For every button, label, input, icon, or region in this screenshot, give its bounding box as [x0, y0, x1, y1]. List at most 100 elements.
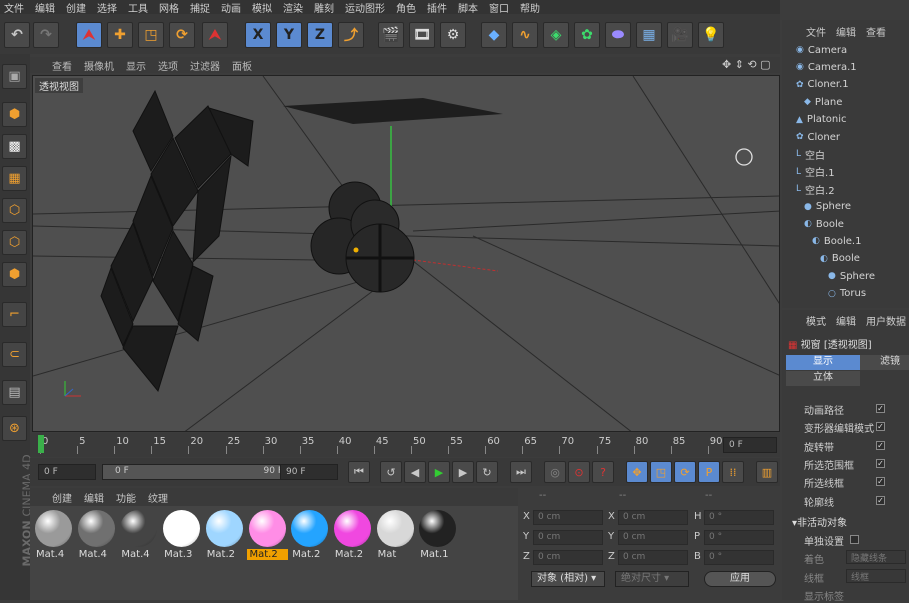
object-menu-item-2[interactable]: 查看 [866, 24, 886, 39]
record-key-button[interactable]: ⊙ [568, 461, 590, 483]
render-view-button[interactable]: 🎬 [378, 22, 404, 48]
tab-filter[interactable]: 滤镜 [860, 355, 909, 370]
attribute-option-checkbox[interactable]: ✓ [876, 422, 885, 432]
workplane-mode-button[interactable]: ▦ [2, 166, 27, 191]
deformer-button[interactable]: ⬬ [605, 22, 631, 48]
viewport-menu-item-5[interactable]: 面板 [232, 58, 252, 73]
start-frame-field[interactable]: 0 F [38, 464, 96, 480]
object-tree-item[interactable]: L 空白.1 [796, 164, 835, 180]
workplane-button[interactable]: ▤ [2, 380, 27, 405]
recent-tool-button[interactable]: ⮝ [202, 22, 228, 48]
timeline-ruler[interactable]: 0 5 10 15 20 25 30 35 40 45 50 55 60 65 70 75 80 85 90 [40, 436, 723, 454]
menu-item-10[interactable]: 雕刻 [314, 0, 334, 15]
menu-item-9[interactable]: 渲染 [283, 0, 303, 15]
light-button[interactable]: 💡 [698, 22, 724, 48]
coordinate-system-button[interactable]: ⤴ [338, 22, 364, 48]
floor-button[interactable]: ▦ [636, 22, 662, 48]
viewport-menu-item-3[interactable]: 选项 [158, 58, 178, 73]
object-tree-item[interactable]: ◆ Plane [804, 94, 842, 110]
position-field[interactable]: 0 cm [533, 510, 603, 525]
undo-button[interactable]: ↶ [4, 22, 30, 48]
material-swatch[interactable]: Mat [375, 510, 416, 566]
attribute-option-checkbox[interactable]: ✓ [876, 477, 885, 487]
material-swatch[interactable]: Mat.4 [118, 510, 159, 566]
perspective-viewport[interactable]: 透视视图 [32, 75, 780, 432]
menu-item-13[interactable]: 插件 [427, 0, 447, 15]
rotation-field[interactable]: 0 ° [704, 510, 774, 525]
attribute-menu-item-1[interactable]: 编辑 [836, 313, 856, 328]
edges-mode-button[interactable]: ⬡ [2, 230, 27, 255]
attribute-option-checkbox[interactable]: ✓ [876, 404, 885, 413]
coordinate-mode-select[interactable]: 对象 (相对) ▾ [531, 571, 605, 587]
goto-start-button[interactable]: ⏮ [348, 461, 370, 483]
menu-item-14[interactable]: 脚本 [458, 0, 478, 15]
menu-item-16[interactable]: 帮助 [520, 0, 540, 15]
snap-button[interactable]: ⊂ [2, 342, 27, 367]
viewport-menu-item-0[interactable]: 查看 [52, 58, 72, 73]
attribute-option-checkbox[interactable]: ✓ [876, 495, 885, 505]
make-editable-button[interactable]: ▣ [2, 64, 27, 89]
key-scale-button[interactable]: ◳ [650, 461, 672, 483]
render-settings-button[interactable]: ⚙ [440, 22, 466, 48]
y-axis-lock-button[interactable]: Y [276, 22, 302, 48]
object-tree-item[interactable]: ◐ Boole [804, 216, 844, 232]
position-field[interactable]: 0 cm [533, 530, 603, 545]
size-field[interactable]: 0 cm [618, 510, 688, 525]
viewport-nav-icons[interactable]: ✥ ⇕ ⟲ ▢ [722, 58, 771, 71]
key-position-button[interactable]: ✥ [626, 461, 648, 483]
key-param-button[interactable]: P [698, 461, 720, 483]
nurbs-button[interactable]: ◈ [543, 22, 569, 48]
object-tree-item[interactable]: L 空白 [796, 146, 825, 162]
object-tree-item[interactable]: L 空白.2 [796, 181, 835, 197]
material-menu-item-2[interactable]: 功能 [116, 490, 136, 505]
material-swatch[interactable]: Mat.2 [289, 510, 330, 566]
texture-mode-button[interactable]: ▩ [2, 134, 27, 159]
viewport-menu-item-2[interactable]: 显示 [126, 58, 146, 73]
material-swatch[interactable]: Mat.2 [204, 510, 245, 566]
rotation-field[interactable]: 0 ° [704, 550, 774, 565]
x-axis-lock-button[interactable]: X [245, 22, 271, 48]
object-tree-item[interactable]: ◉ Camera [796, 42, 847, 58]
key-pla-button[interactable]: ⁞⁞ [722, 461, 744, 483]
polygons-mode-button[interactable]: ⬢ [2, 262, 27, 287]
material-menu-item-0[interactable]: 创建 [52, 490, 72, 505]
axis-mode-button[interactable]: ⌐ [2, 302, 27, 327]
select-tool-button[interactable]: ⮝ [76, 22, 102, 48]
size-field[interactable]: 0 cm [618, 550, 688, 565]
menu-item-2[interactable]: 创建 [66, 0, 86, 15]
object-tree-item[interactable]: ✿ Cloner.1 [796, 77, 849, 93]
key-rotation-button[interactable]: ⟳ [674, 461, 696, 483]
object-menu-item-1[interactable]: 编辑 [836, 24, 856, 39]
motion-record-button[interactable]: ◎ [544, 461, 566, 483]
attribute-menu-item-2[interactable]: 用户数据 [866, 313, 906, 328]
section-inactive-objects[interactable]: ▾非活动对象 [792, 514, 847, 529]
playhead[interactable] [38, 435, 44, 453]
menu-item-12[interactable]: 角色 [396, 0, 416, 15]
material-swatch[interactable]: Mat.3 [161, 510, 202, 566]
prev-key-button[interactable]: ↺ [380, 461, 402, 483]
menu-item-15[interactable]: 窗口 [489, 0, 509, 15]
spline-pen-button[interactable]: ∿ [512, 22, 538, 48]
autokey-button[interactable]: ? [592, 461, 614, 483]
prev-frame-button[interactable]: ◀ [404, 461, 426, 483]
next-frame-button[interactable]: ▶ [452, 461, 474, 483]
timeline-window-button[interactable]: ▥ [756, 461, 778, 483]
material-swatch[interactable]: Mat.2 [246, 510, 288, 566]
tab-display[interactable]: 显示 [786, 355, 860, 370]
material-swatch[interactable]: Mat.4 [33, 510, 74, 566]
object-tree-item[interactable]: ▲ Platonic [796, 112, 847, 128]
attribute-menu-item-0[interactable]: 模式 [806, 313, 826, 328]
menu-item-6[interactable]: 捕捉 [190, 0, 210, 15]
shading-select[interactable]: 隐藏线条 [846, 550, 906, 564]
material-swatch[interactable]: Mat.4 [76, 510, 117, 566]
current-frame-field[interactable]: 0 F [723, 437, 777, 453]
render-picture-viewer-button[interactable]: 🎞 [409, 22, 435, 48]
attribute-option-checkbox[interactable]: ✓ [876, 440, 885, 450]
material-swatch[interactable]: Mat.1 [417, 510, 458, 566]
material-menu-item-3[interactable]: 纹理 [148, 490, 168, 505]
model-mode-button[interactable]: ⬢ [2, 102, 27, 127]
rotate-tool-button[interactable]: ⟳ [169, 22, 195, 48]
rotation-field[interactable]: 0 ° [704, 530, 774, 545]
object-tree-item[interactable]: ● Sphere [828, 268, 875, 284]
attribute-option-checkbox[interactable]: ✓ [876, 458, 885, 468]
